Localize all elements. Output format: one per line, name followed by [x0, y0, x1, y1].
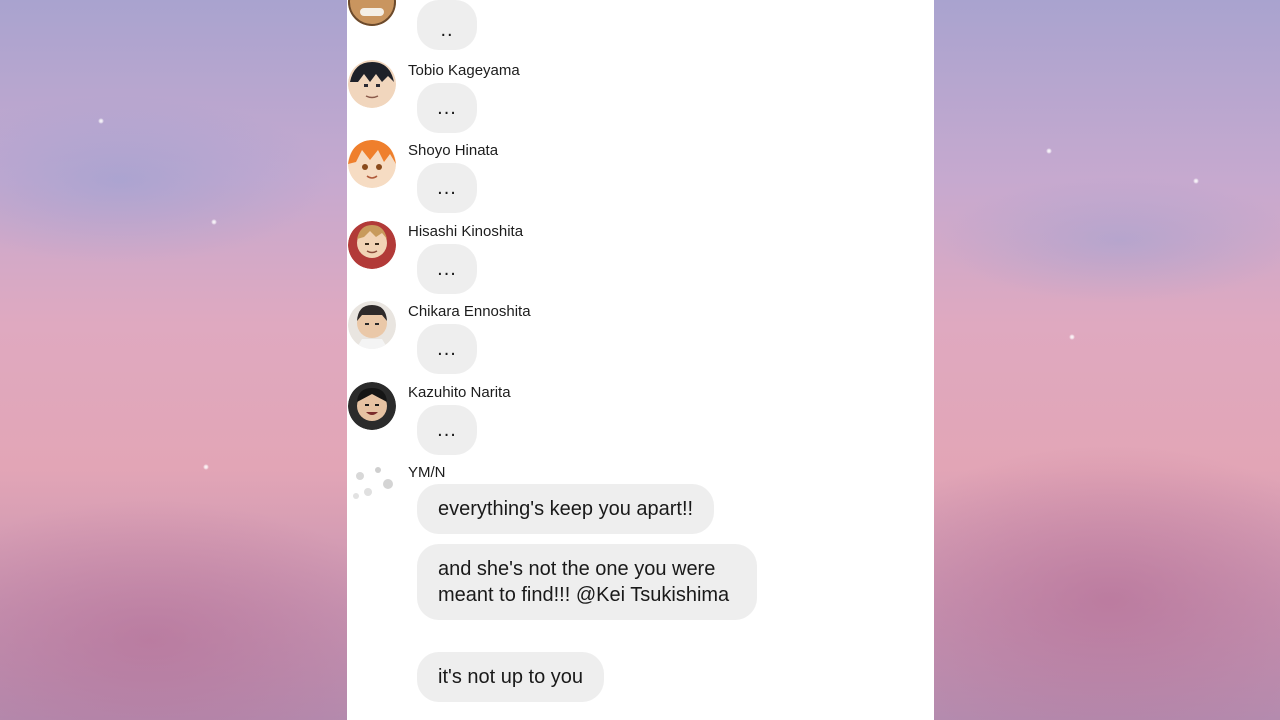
message-bubble[interactable]: ...	[417, 324, 477, 374]
avatar[interactable]	[348, 0, 396, 26]
message-bubble[interactable]: everything's keep you apart!!	[417, 484, 715, 534]
message-bubble[interactable]: ...	[417, 83, 477, 133]
background-star	[1069, 334, 1075, 340]
background-star	[203, 464, 209, 470]
message-bubble[interactable]: and she's not the one you were meant to …	[417, 544, 757, 620]
sender-name: Kazuhito Narita	[408, 384, 511, 401]
background-star	[1193, 178, 1199, 184]
sender-name: Chikara Ennoshita	[408, 303, 531, 320]
chat-panel[interactable]: .. Tobio Kageyama ... Shoyo Hinata ... H…	[347, 0, 934, 720]
message-bubble[interactable]: ...	[417, 405, 477, 455]
message-bubble[interactable]: ..	[417, 0, 477, 50]
background-star	[211, 219, 217, 225]
sender-name: Tobio Kageyama	[408, 62, 520, 79]
sender-name: YM/N	[408, 464, 446, 481]
avatar[interactable]	[348, 60, 396, 108]
avatar[interactable]	[348, 301, 396, 349]
avatar[interactable]	[348, 221, 396, 269]
background-star	[98, 118, 104, 124]
message-bubble[interactable]: ...	[417, 244, 477, 294]
sender-name: Shoyo Hinata	[408, 142, 499, 159]
message-bubble[interactable]: it's not up to you	[417, 652, 605, 702]
avatar[interactable]	[348, 140, 396, 188]
avatar[interactable]	[348, 382, 396, 430]
background-star	[1046, 148, 1052, 154]
sender-name: Hisashi Kinoshita	[408, 223, 524, 240]
message-bubble[interactable]: ...	[417, 163, 477, 213]
avatar[interactable]	[348, 462, 396, 510]
